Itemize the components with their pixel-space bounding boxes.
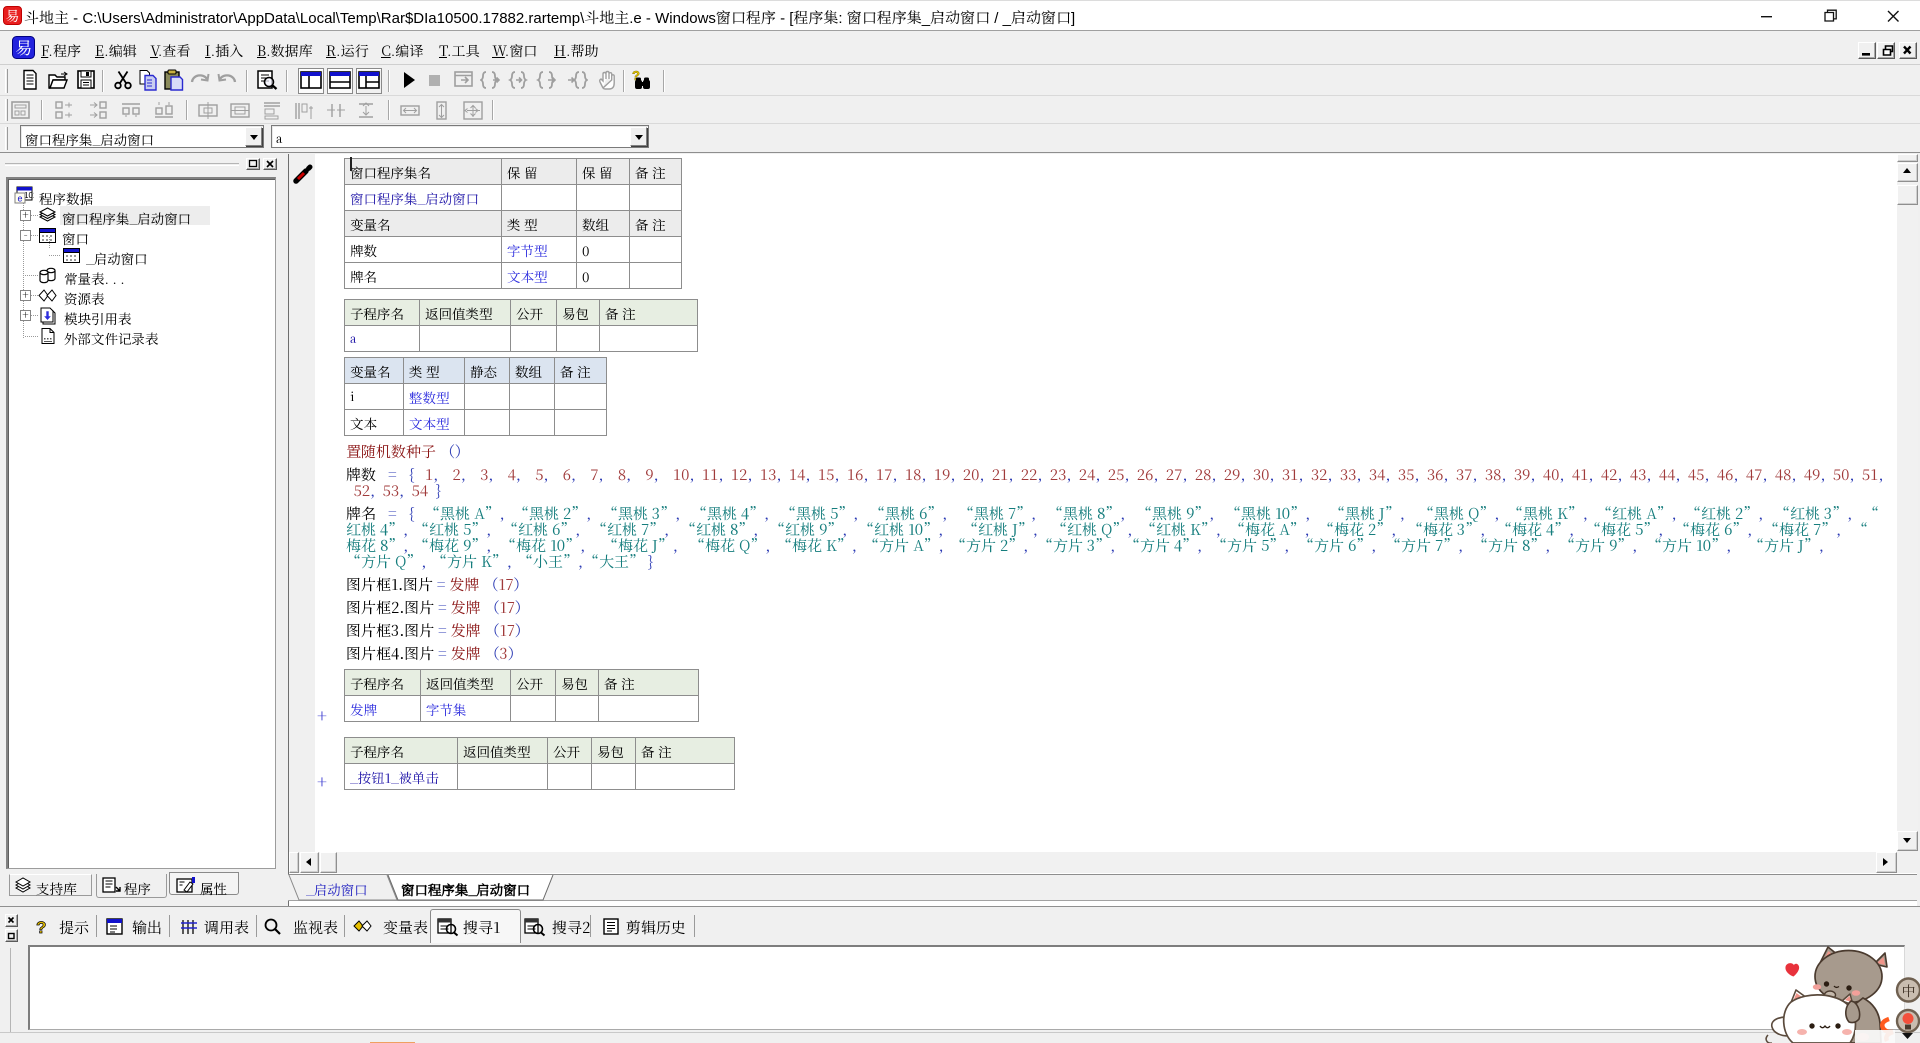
svg-text:?: ? bbox=[36, 918, 46, 937]
svg-text:e: e bbox=[17, 194, 22, 204]
svg-text:中: 中 bbox=[1902, 981, 1916, 1001]
svg-text:易: 易 bbox=[6, 6, 20, 25]
svg-text:易: 易 bbox=[15, 36, 32, 59]
